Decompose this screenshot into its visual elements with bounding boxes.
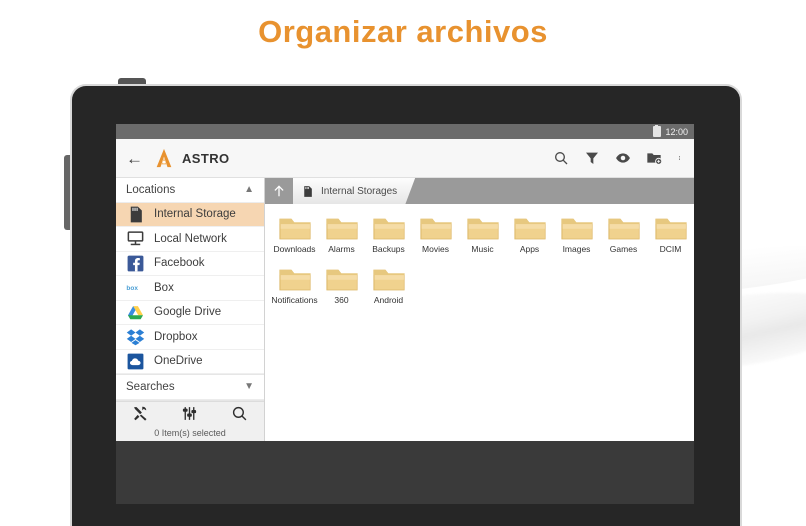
eye-icon[interactable] <box>615 150 631 166</box>
file-row: DownloadsAlarmsBackupsMoviesMusicAppsIma… <box>271 214 694 254</box>
file-item-label: Movies <box>412 245 459 254</box>
sidebar-item-label: OneDrive <box>154 355 203 367</box>
search-icon[interactable] <box>553 150 569 166</box>
selection-status: 0 Item(s) selected <box>116 425 264 441</box>
facebook-icon <box>126 254 145 273</box>
file-item-label: Apps <box>506 245 553 254</box>
sidebar-item-facebook[interactable]: Facebook <box>116 252 264 277</box>
svg-text:box: box <box>126 285 138 292</box>
file-item-label: Backups <box>365 245 412 254</box>
google-drive-icon <box>126 303 145 322</box>
screen-empty-area <box>116 441 694 504</box>
file-item-label: Android <box>365 296 412 305</box>
tools-icon[interactable] <box>132 405 149 422</box>
file-item-label: 360 <box>318 296 365 305</box>
dropbox-icon <box>126 327 145 346</box>
folder-icon <box>560 214 594 242</box>
status-bar: 12:00 <box>116 124 694 139</box>
file-item-label: Music <box>459 245 506 254</box>
breadcrumb: Internal Storages <box>265 178 694 204</box>
sd-card-icon <box>301 185 314 198</box>
app-title: ASTRO <box>182 151 230 166</box>
sidebar-item-local-network[interactable]: Local Network <box>116 227 264 252</box>
search-icon[interactable] <box>231 405 248 422</box>
file-item-apps[interactable]: Apps <box>506 214 553 254</box>
folder-icon <box>607 214 641 242</box>
file-item-android[interactable]: Android <box>365 265 412 305</box>
tablet-screen: 12:00 ← ASTRO <box>116 124 694 504</box>
file-item-label: Games <box>600 245 647 254</box>
chevron-down-icon: ▼ <box>244 381 254 392</box>
file-item-alarms[interactable]: Alarms <box>318 214 365 254</box>
back-arrow-icon[interactable]: ← <box>126 150 143 167</box>
folder-icon <box>325 214 359 242</box>
sidebar-item-google-drive[interactable]: Google Drive <box>116 301 264 326</box>
file-grid: DownloadsAlarmsBackupsMoviesMusicAppsIma… <box>265 204 694 441</box>
folder-icon <box>466 214 500 242</box>
sidebar-section-searches[interactable]: Searches ▼ <box>116 374 264 400</box>
file-item-downloads[interactable]: Downloads <box>271 214 318 254</box>
app-bar-actions <box>553 150 686 166</box>
file-browser: Internal Storages DownloadsAlarmsBackups… <box>265 178 694 441</box>
sidebar-item-label: Internal Storage <box>154 208 236 220</box>
sidebar-section-locations-label: Locations <box>126 184 175 196</box>
overflow-menu-icon[interactable] <box>677 150 682 166</box>
sidebar-item-box[interactable]: box Box <box>116 276 264 301</box>
file-item-games[interactable]: Games <box>600 214 647 254</box>
folder-icon <box>325 265 359 293</box>
sidebar-toolbar <box>116 401 264 426</box>
app-body: Locations ▲ Internal Storage Loca <box>116 178 694 441</box>
astro-logo-icon <box>153 147 175 169</box>
onedrive-icon <box>126 352 145 371</box>
chevron-up-icon: ▲ <box>244 184 254 195</box>
sidebar-item-onedrive[interactable]: OneDrive <box>116 350 264 375</box>
status-bar-clock: 12:00 <box>665 127 688 137</box>
file-item-movies[interactable]: Movies <box>412 214 459 254</box>
new-folder-icon[interactable] <box>646 150 662 166</box>
sidebar: Locations ▲ Internal Storage Loca <box>116 178 265 441</box>
sidebar-item-internal-storage[interactable]: Internal Storage <box>116 203 264 228</box>
breadcrumb-tab-label: Internal Storages <box>321 186 397 197</box>
file-item-backups[interactable]: Backups <box>365 214 412 254</box>
monitor-icon <box>126 229 145 248</box>
file-item-label: Notifications <box>271 296 318 305</box>
battery-icon <box>653 126 661 137</box>
sidebar-item-label: Facebook <box>154 257 205 269</box>
folder-icon <box>372 265 406 293</box>
file-item-music[interactable]: Music <box>459 214 506 254</box>
file-item-dcim[interactable]: DCIM <box>647 214 694 254</box>
file-item-label: Downloads <box>271 245 318 254</box>
sidebar-item-label: Google Drive <box>154 306 221 318</box>
folder-icon <box>372 214 406 242</box>
file-item-label: Alarms <box>318 245 365 254</box>
sidebar-item-dropbox[interactable]: Dropbox <box>116 325 264 350</box>
sliders-icon[interactable] <box>181 405 198 422</box>
sidebar-section-locations[interactable]: Locations ▲ <box>116 178 264 203</box>
folder-icon <box>278 265 312 293</box>
folder-icon <box>278 214 312 242</box>
folder-icon <box>654 214 688 242</box>
file-item-label: Images <box>553 245 600 254</box>
up-arrow-icon[interactable] <box>265 178 293 204</box>
file-item-360[interactable]: 360 <box>318 265 365 305</box>
breadcrumb-tab-internal-storages[interactable]: Internal Storages <box>293 178 415 204</box>
filter-icon[interactable] <box>584 150 600 166</box>
sd-card-icon <box>126 205 145 224</box>
folder-icon <box>513 214 547 242</box>
sidebar-item-label: Box <box>154 282 174 294</box>
app-bar: ← ASTRO <box>116 139 694 178</box>
sidebar-section-searches-label: Searches <box>126 381 175 393</box>
file-item-label: DCIM <box>647 245 694 254</box>
sidebar-item-label: Local Network <box>154 233 227 245</box>
sidebar-item-label: Dropbox <box>154 331 197 343</box>
folder-icon <box>419 214 453 242</box>
file-row: Notifications360Android <box>271 265 694 305</box>
file-item-images[interactable]: Images <box>553 214 600 254</box>
file-item-notifications[interactable]: Notifications <box>271 265 318 305</box>
page-title: Organizar archivos <box>0 14 806 50</box>
box-icon: box <box>126 278 145 297</box>
